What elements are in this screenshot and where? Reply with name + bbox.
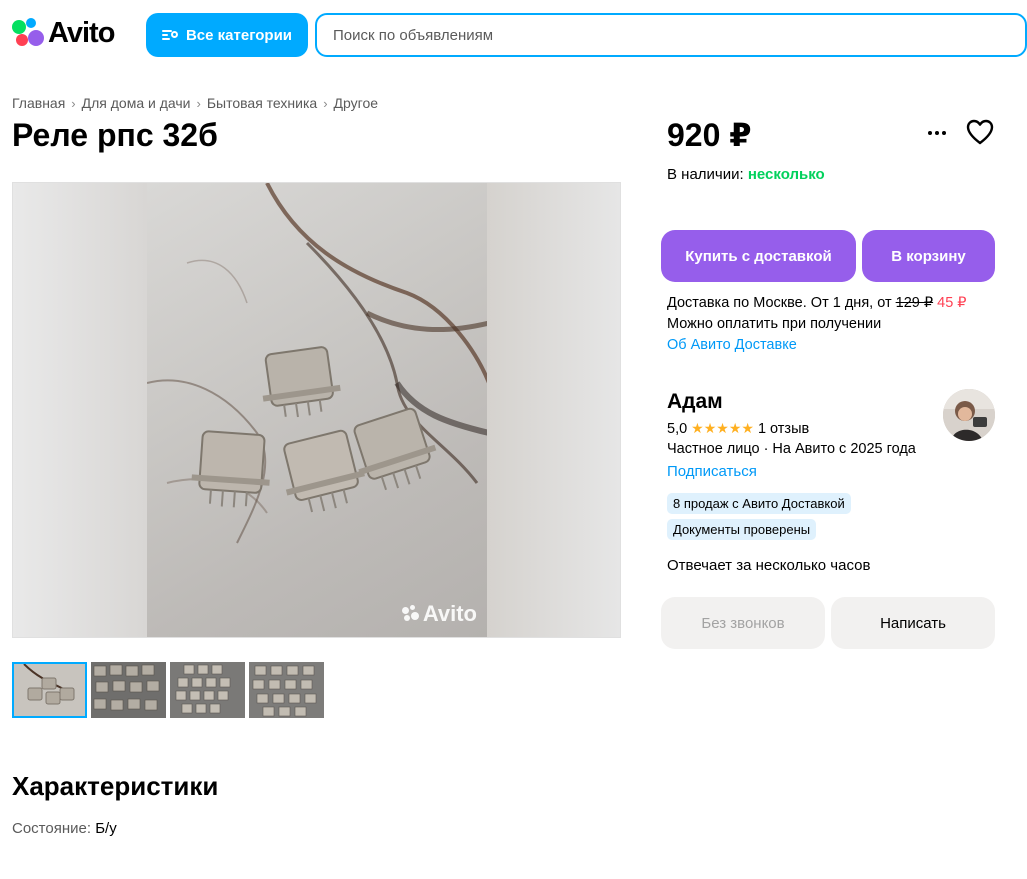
delivery-new-price: 45 ₽ — [937, 295, 967, 311]
avito-logo[interactable]: Avito — [12, 17, 115, 49]
delivery-info: Доставка по Москве. От 1 дня, от 129 ₽ 4… — [667, 293, 967, 356]
all-categories-label: Все категории — [185, 26, 293, 44]
thumbnail-1[interactable] — [12, 662, 87, 718]
chevron-right-icon: › — [323, 95, 328, 111]
breadcrumb-item-other[interactable]: Другое — [334, 95, 378, 111]
availability-value: несколько — [747, 166, 825, 183]
delivery-line: Доставка по Москве. От 1 дня, от 129 ₽ 4… — [667, 295, 967, 311]
gallery-blur-right — [487, 183, 620, 637]
pay-on-receipt: Можно оплатить при получении — [667, 316, 882, 332]
write-message-button[interactable]: Написать — [831, 597, 995, 649]
chevron-right-icon: › — [196, 95, 201, 111]
availability-label: В наличии: — [667, 166, 744, 183]
chevron-right-icon: › — [71, 95, 76, 111]
price: 920 ₽ — [667, 117, 752, 153]
breadcrumb-item-home-garden[interactable]: Для дома и дачи — [82, 95, 191, 111]
seller-name[interactable]: Адам — [667, 390, 723, 414]
delivery-old-price: 129 ₽ — [895, 295, 934, 311]
characteristic-condition: Состояние: Б/у — [12, 820, 117, 837]
buy-with-delivery-button[interactable]: Купить с доставкой — [661, 230, 856, 282]
more-horizontal-icon[interactable] — [925, 121, 949, 145]
listing-title: Реле рпс 32б — [12, 117, 218, 153]
thumbnail-strip — [12, 662, 324, 718]
response-time: Отвечает за несколько часов — [667, 557, 871, 574]
breadcrumb-item-appliances[interactable]: Бытовая техника — [207, 95, 317, 111]
thumbnail-3[interactable] — [170, 662, 245, 718]
breadcrumb: Главная › Для дома и дачи › Бытовая техн… — [12, 95, 378, 111]
breadcrumb-item-home[interactable]: Главная — [12, 95, 65, 111]
thumbnail-2[interactable] — [91, 662, 166, 718]
avatar[interactable] — [943, 389, 995, 441]
main-photo[interactable]: Avito — [147, 183, 489, 637]
rating-value: 5,0 — [667, 420, 688, 437]
photo-watermark: Avito — [401, 601, 477, 627]
seller-info: Частное лицо · На Авито с 2025 года — [667, 441, 916, 457]
subscribe-link[interactable]: Подписаться — [667, 463, 757, 480]
delivery-sales-badge: 8 продаж с Авито Доставкой — [667, 493, 851, 514]
reviews-link[interactable]: 1 отзыв — [758, 421, 809, 437]
heart-icon[interactable] — [966, 119, 994, 145]
thumbnail-4[interactable] — [249, 662, 324, 718]
relay-photo-illustration — [147, 183, 489, 544]
gallery-blur-left — [13, 183, 147, 637]
all-categories-button[interactable]: Все категории — [146, 13, 308, 57]
logo-dots-icon — [12, 18, 46, 48]
documents-verified-badge: Документы проверены — [667, 519, 817, 540]
photo-gallery[interactable]: Avito — [12, 182, 621, 638]
add-to-cart-button[interactable]: В корзину — [862, 230, 995, 282]
logo-text: Avito — [48, 17, 115, 49]
about-avito-delivery-link[interactable]: Об Авито Доставке — [667, 337, 797, 353]
search-input[interactable] — [315, 13, 1027, 57]
no-calls-button: Без звонков — [661, 597, 825, 649]
characteristic-value: Б/у — [95, 820, 117, 837]
availability: В наличии: несколько — [667, 166, 825, 183]
characteristics-title: Характеристики — [12, 771, 219, 801]
categories-search-icon — [161, 28, 178, 42]
star-rating-icon: ★★★★★ — [691, 420, 754, 436]
watermark-logo-icon — [401, 605, 420, 623]
characteristic-label: Состояние: — [12, 820, 92, 837]
seller-rating: 5,0 ★★★★★ 1 отзыв — [667, 420, 809, 437]
